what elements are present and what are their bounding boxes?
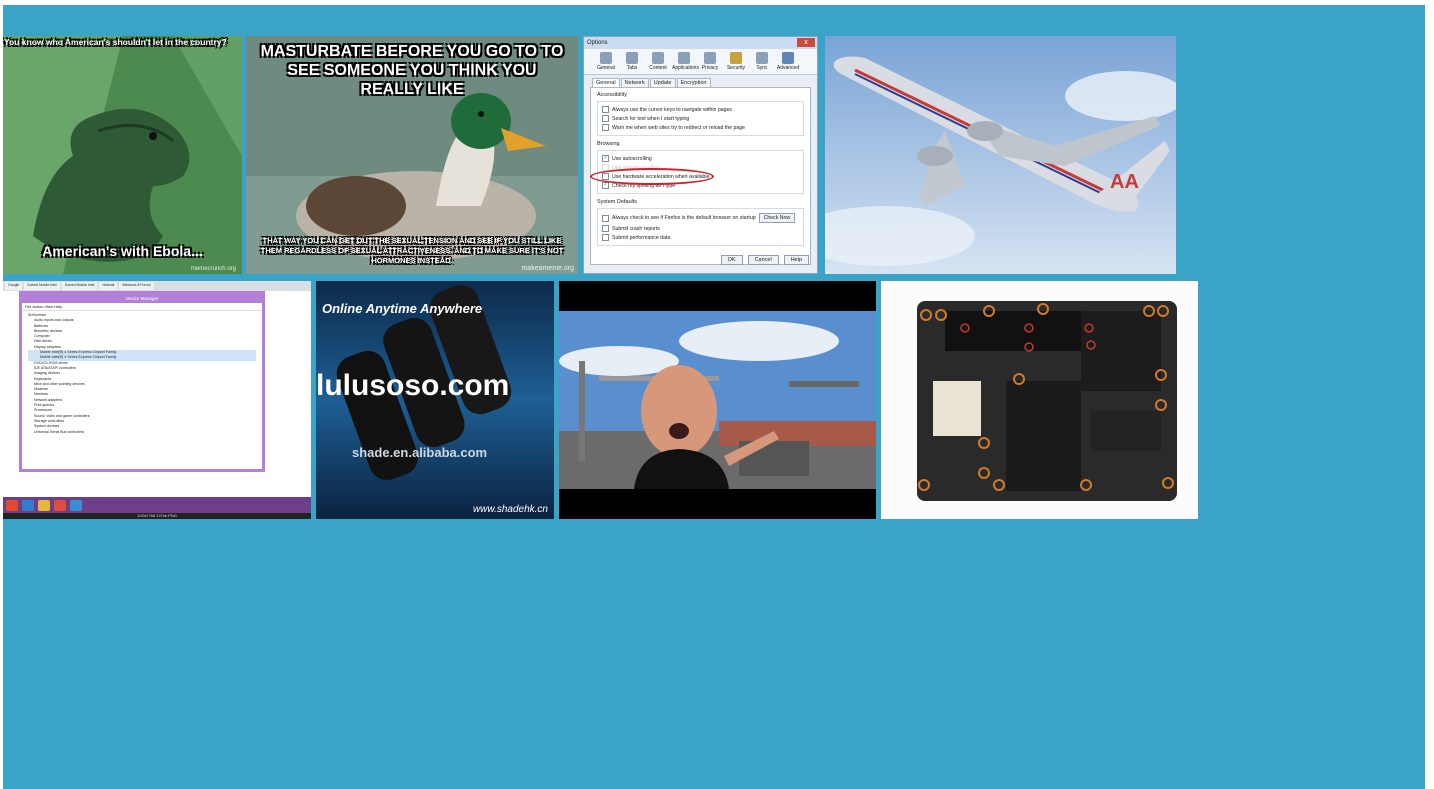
dialog-buttons: OK Cancel Help bbox=[720, 255, 809, 265]
lock-icon bbox=[730, 52, 742, 64]
group-accessibility: Always use the cursor keys to navigate w… bbox=[597, 101, 804, 136]
checkbox-checked: ✓ bbox=[602, 182, 609, 189]
option-row: Always use the cursor keys to navigate w… bbox=[602, 106, 799, 113]
watermark: makeameme.org bbox=[521, 265, 574, 272]
image-tile-edge-modem[interactable]: Online Anytime Anywhere lulusoso.com sha… bbox=[316, 281, 554, 519]
checkbox bbox=[602, 214, 609, 222]
image-dimensions: 1024×768 137kb PNG bbox=[3, 513, 311, 519]
chrome-icon bbox=[54, 499, 66, 511]
window-title: Options bbox=[584, 37, 817, 49]
image-tile-device-manager[interactable]: Google Solved Mobile Intel Solved Mobile I… bbox=[3, 281, 311, 519]
meme-bottom-text: American's with Ebola... bbox=[42, 243, 203, 259]
group-browsing: ✓ Use autoscrolling Use smooth scrolling … bbox=[590, 150, 804, 194]
app-icon bbox=[70, 499, 82, 511]
checkbox-checked: ✓ bbox=[602, 155, 609, 162]
meme-top-text: MASTURBATE BEFORE YOU GO TO TO SEE SOMEO… bbox=[260, 43, 564, 98]
option-row: ✓ Use autoscrolling bbox=[602, 155, 652, 162]
option-row: Warn me when web sites try to redirect o… bbox=[602, 124, 799, 131]
image-tile-man-at-crossing[interactable] bbox=[559, 281, 876, 519]
image-tile-firefox-options[interactable]: Options x General Tabs Content Applicati… bbox=[583, 36, 818, 274]
device-manager-screenshot: Google Solved Mobile Intel Solved Mobile I… bbox=[3, 281, 311, 519]
image-tile-philosoraptor-meme[interactable]: You know who American's shouldn't let in… bbox=[3, 36, 242, 274]
toolbar-security: Security bbox=[724, 52, 748, 71]
airplane-image: AA bbox=[825, 36, 1176, 274]
group-system-defaults: Always check to see if Firefox is the de… bbox=[597, 208, 804, 246]
meme-top-text: You know who American's shouldn't let in… bbox=[4, 37, 227, 47]
device-manager-window: Device Manager File Action View Help Six… bbox=[19, 291, 265, 472]
option-row: Submit crash reports bbox=[602, 225, 799, 232]
toolbar-privacy: Privacy bbox=[698, 52, 722, 71]
image-tile-advice-mallard-meme[interactable]: MASTURBATE BEFORE YOU GO TO TO SEE SOMEO… bbox=[246, 36, 578, 274]
content-icon bbox=[652, 52, 664, 64]
tab-network: Network bbox=[620, 78, 649, 87]
privacy-icon bbox=[704, 52, 716, 64]
browser-tabs: Google Solved Mobile Intel Solved Mobile I… bbox=[3, 281, 311, 291]
aa-logo: AA bbox=[1110, 171, 1139, 193]
watermark: memecrunch.org bbox=[190, 266, 236, 272]
option-row: Always check to see if Firefox is the de… bbox=[602, 213, 799, 223]
device-tree: SixNorman Audio inputs and outputs Batte… bbox=[22, 311, 262, 437]
red-highlight-circle bbox=[590, 168, 714, 185]
options-window: Options x General Tabs Content Applicati… bbox=[583, 36, 818, 274]
toolbar-sync: Sync bbox=[750, 52, 774, 71]
philosoraptor-image bbox=[3, 36, 242, 274]
toolbar-advanced: Advanced bbox=[776, 52, 800, 71]
toolbar-general: General bbox=[594, 52, 618, 71]
applications-icon bbox=[678, 52, 690, 64]
general-icon bbox=[600, 52, 612, 64]
help-button: Help bbox=[783, 255, 809, 265]
checkbox bbox=[602, 106, 609, 113]
checkbox bbox=[602, 115, 609, 122]
url-text: www.shadehk.cn bbox=[472, 504, 548, 515]
image-tile-american-airlines-plane[interactable]: AA bbox=[825, 36, 1176, 274]
checkbox bbox=[602, 124, 609, 131]
toolbar-content: Content bbox=[646, 52, 670, 71]
site-text: shade.en.alibaba.com bbox=[352, 445, 488, 460]
ie-icon bbox=[22, 499, 34, 511]
ok-button: OK bbox=[720, 255, 743, 265]
man-photo bbox=[559, 281, 876, 519]
options-panel: Accessibility Always use the cursor keys… bbox=[590, 87, 811, 265]
folder-icon bbox=[38, 499, 50, 511]
cancel-button: Cancel bbox=[747, 255, 779, 265]
option-row: Search for text when I start typing bbox=[602, 115, 799, 122]
toolbar-tabs: Tabs bbox=[620, 52, 644, 71]
gear-icon bbox=[782, 52, 794, 64]
device-manager-menu: File Action View Help bbox=[22, 303, 262, 311]
group-title: Browsing bbox=[597, 141, 620, 147]
check-now-button: Check Now bbox=[758, 213, 796, 223]
tab-update: Update bbox=[649, 78, 676, 87]
laptop-image bbox=[881, 281, 1198, 519]
tab-general: General bbox=[592, 78, 620, 87]
option-row: Submit performance data bbox=[602, 234, 799, 241]
tabs-icon bbox=[626, 52, 638, 64]
meme-bottom-text: THAT WAY YOU CAN GET OUT THE SEXUAL TENS… bbox=[260, 236, 564, 265]
sync-icon bbox=[756, 52, 768, 64]
device-manager-title: Device Manager bbox=[22, 294, 262, 303]
group-title: Accessibility bbox=[597, 92, 627, 98]
group-title: System Defaults bbox=[597, 199, 638, 205]
image-tile-laptop-bottom[interactable] bbox=[881, 281, 1198, 519]
windows-taskbar bbox=[3, 497, 311, 513]
toolbar-applications: Applications bbox=[672, 52, 699, 71]
checkbox bbox=[602, 234, 609, 241]
app-icon bbox=[6, 499, 18, 511]
watermark: lulusoso.com bbox=[316, 369, 510, 402]
options-toolbar: General Tabs Content Applications Privac… bbox=[584, 49, 817, 75]
close-icon: x bbox=[797, 38, 815, 47]
checkbox bbox=[602, 225, 609, 232]
options-tabs: General Network Update Encryption bbox=[592, 78, 817, 87]
tagline: Online Anytime Anywhere bbox=[322, 301, 483, 316]
tab-encryption: Encryption bbox=[676, 78, 711, 87]
